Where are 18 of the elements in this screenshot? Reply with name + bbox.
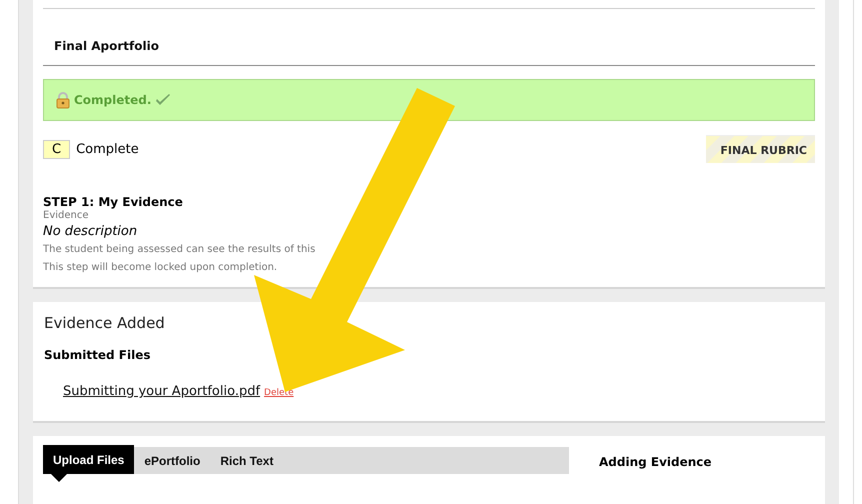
grade-label: Complete — [76, 142, 140, 156]
checkmark-icon — [155, 93, 172, 107]
step-type: Evidence — [43, 209, 90, 223]
rubric-button[interactable]: FINAL RUBRIC — [706, 135, 815, 163]
evidence-title: Evidence Added — [44, 314, 166, 332]
tab-pointer-icon — [51, 474, 67, 482]
step-description: No description — [43, 224, 138, 239]
grade-letter: C — [43, 140, 70, 158]
section-title: Final Aportfolio — [43, 9, 815, 66]
side-heading: Adding Evidence — [599, 455, 712, 471]
step-note: The student being assessed can see the results of this — [43, 243, 316, 257]
tab[interactable]: ePortfolio — [134, 447, 210, 474]
step-note: This step will become locked upon completion. — [43, 261, 278, 275]
step-title: STEP 1: My Evidence — [43, 195, 184, 209]
files-heading: Submitted Files — [44, 348, 152, 362]
file-link[interactable]: Submitting your Aportfolio.pdf — [63, 384, 260, 399]
tab[interactable]: Rich Text — [210, 447, 284, 474]
status-text: Completed. — [74, 93, 152, 107]
